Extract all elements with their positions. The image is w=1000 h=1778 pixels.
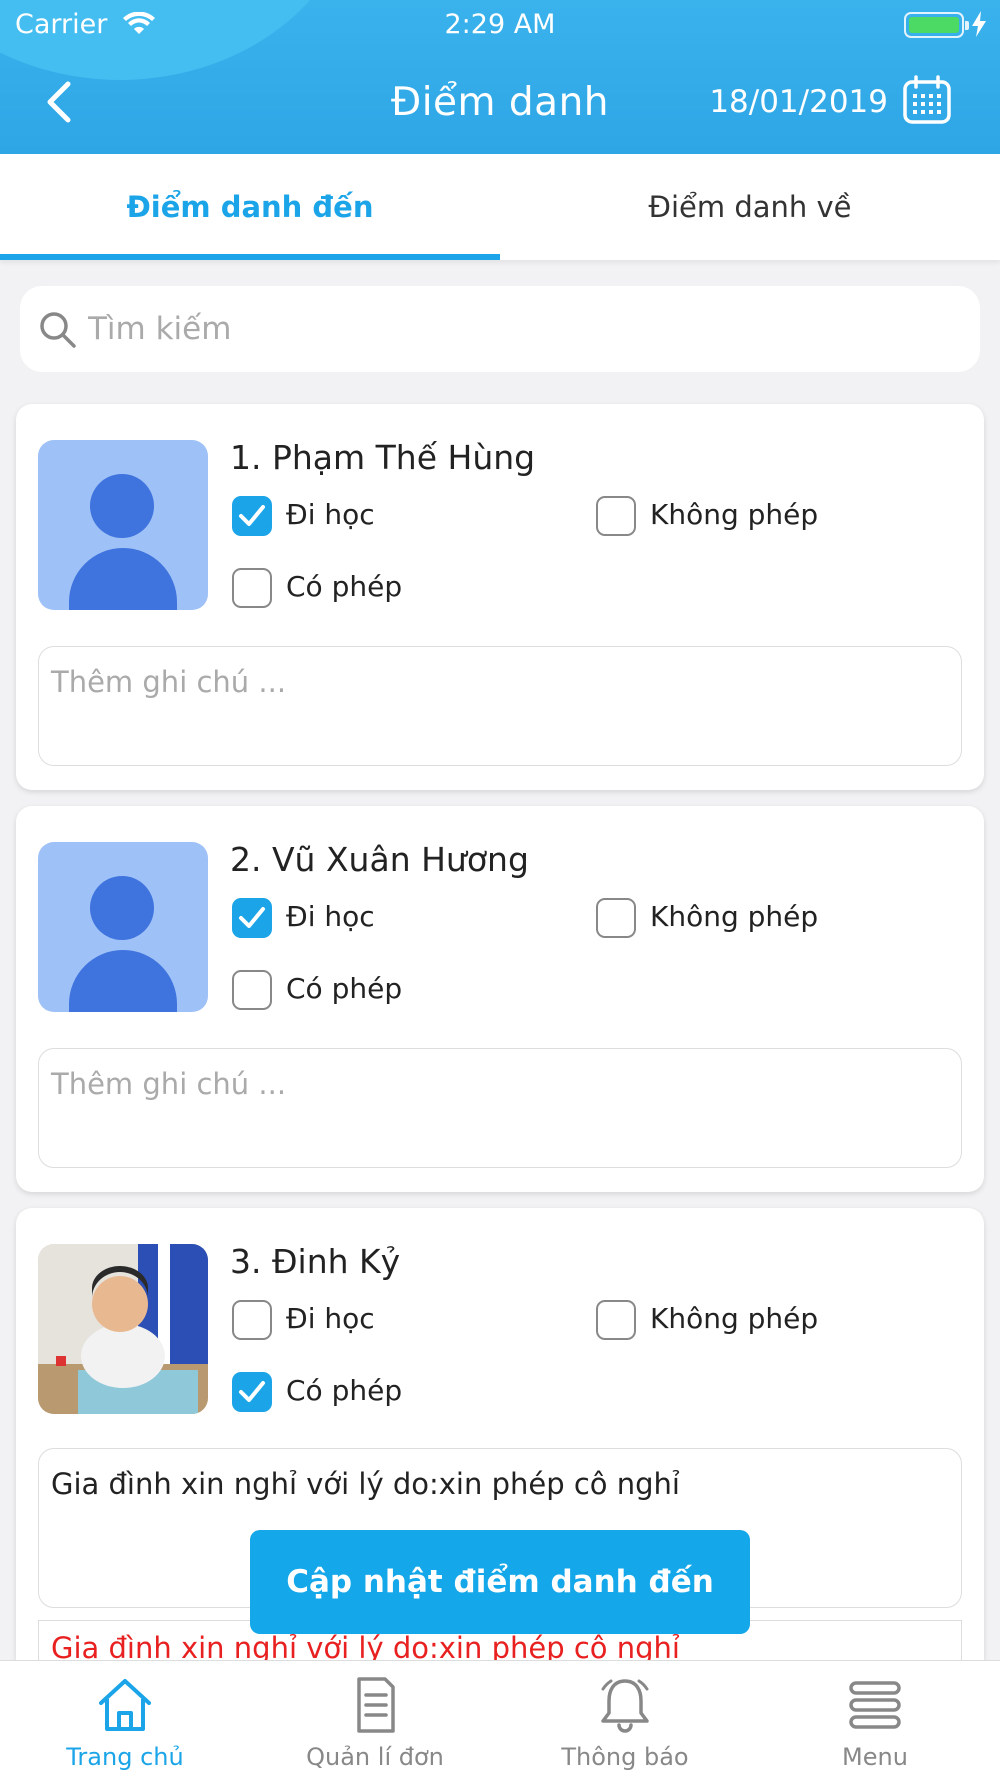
student-card: 2. Vũ Xuân Hương Đi học Không phép Có ph… xyxy=(16,806,984,1192)
tab-label: Điểm danh về xyxy=(648,190,852,224)
student-photo xyxy=(38,1244,208,1414)
option-excused[interactable]: Có phép xyxy=(232,568,432,610)
tabbar-label: Quản lí đơn xyxy=(306,1743,444,1771)
option-label: Đi học xyxy=(286,498,375,531)
option-excused[interactable]: Có phép xyxy=(232,970,432,1012)
option-label: Có phép xyxy=(286,570,403,603)
tab-departure[interactable]: Điểm danh về xyxy=(500,154,1000,260)
menu-icon xyxy=(849,1681,901,1729)
option-present[interactable]: Đi học xyxy=(232,1300,432,1342)
checkbox-unchecked[interactable] xyxy=(596,898,636,938)
student-name: 3. Đinh Kỷ xyxy=(230,1242,401,1281)
tabbar-item-menu[interactable]: Menu xyxy=(750,1661,1000,1778)
option-unexcused[interactable]: Không phép xyxy=(596,1300,856,1342)
search-input[interactable] xyxy=(88,286,948,372)
checkbox-unchecked[interactable] xyxy=(596,496,636,536)
tabbar-item-notifications[interactable]: Thông báo xyxy=(500,1661,750,1778)
checkbox-checked[interactable] xyxy=(232,1372,272,1412)
checkbox-checked[interactable] xyxy=(232,898,272,938)
option-present[interactable]: Đi học xyxy=(232,496,432,538)
battery-icon xyxy=(904,12,969,38)
option-label: Không phép xyxy=(650,900,819,933)
avatar-placeholder xyxy=(38,842,208,1012)
charging-bolt-icon xyxy=(972,11,986,37)
tab-label: Điểm danh đến xyxy=(126,190,374,224)
attendance-tabs: Điểm danh đến Điểm danh về xyxy=(0,154,1000,260)
tabbar-label: Thông báo xyxy=(561,1743,689,1771)
checkbox-checked[interactable] xyxy=(232,496,272,536)
tabbar-item-requests[interactable]: Quản lí đơn xyxy=(250,1661,500,1778)
student-name: 1. Phạm Thế Hùng xyxy=(230,438,536,477)
absence-reason-text: Gia đình xin nghỉ với lý do:xin phép cô … xyxy=(51,1631,680,1660)
tabbar-item-home[interactable]: Trang chủ xyxy=(0,1661,250,1778)
option-excused[interactable]: Có phép xyxy=(232,1372,432,1414)
option-unexcused[interactable]: Không phép xyxy=(596,898,856,940)
tabbar-label: Trang chủ xyxy=(66,1743,184,1771)
status-bar: Carrier 2:29 AM xyxy=(0,0,1000,50)
app-header: Carrier 2:29 AM Điểm danh 18/01/2019 xyxy=(0,0,1000,154)
home-icon xyxy=(99,1679,151,1731)
active-tab-indicator xyxy=(0,254,500,260)
nav-bar: Điểm danh 18/01/2019 xyxy=(0,60,1000,146)
selected-date[interactable]: 18/01/2019 xyxy=(709,84,888,120)
document-icon xyxy=(357,1677,395,1733)
search-bar xyxy=(20,286,980,372)
option-label: Đi học xyxy=(286,900,375,933)
student-name: 2. Vũ Xuân Hương xyxy=(230,840,529,879)
checkbox-unchecked[interactable] xyxy=(232,568,272,608)
bottom-tab-bar: Trang chủ Quản lí đơn Thông báo Menu xyxy=(0,1660,1000,1778)
option-label: Có phép xyxy=(286,1374,403,1407)
search-icon xyxy=(40,312,76,348)
checkbox-unchecked[interactable] xyxy=(232,970,272,1010)
update-attendance-button[interactable]: Cập nhật điểm danh đến xyxy=(250,1530,750,1634)
checkbox-unchecked[interactable] xyxy=(232,1300,272,1340)
note-field[interactable]: Thêm ghi chú ... xyxy=(38,646,962,766)
note-field[interactable]: Thêm ghi chú ... xyxy=(38,1048,962,1168)
tabbar-label: Menu xyxy=(842,1743,908,1771)
calendar-icon[interactable] xyxy=(902,74,952,126)
status-time: 2:29 AM xyxy=(444,9,556,40)
tab-arrival[interactable]: Điểm danh đến xyxy=(0,154,500,260)
option-unexcused[interactable]: Không phép xyxy=(596,496,856,538)
option-label: Không phép xyxy=(650,498,819,531)
option-label: Đi học xyxy=(286,1302,375,1335)
student-card: 1. Phạm Thế Hùng Đi học Không phép Có ph… xyxy=(16,404,984,790)
bell-icon xyxy=(601,1679,649,1733)
option-label: Không phép xyxy=(650,1302,819,1335)
checkbox-unchecked[interactable] xyxy=(596,1300,636,1340)
avatar-placeholder xyxy=(38,440,208,610)
option-label: Có phép xyxy=(286,972,403,1005)
option-present[interactable]: Đi học xyxy=(232,898,432,940)
